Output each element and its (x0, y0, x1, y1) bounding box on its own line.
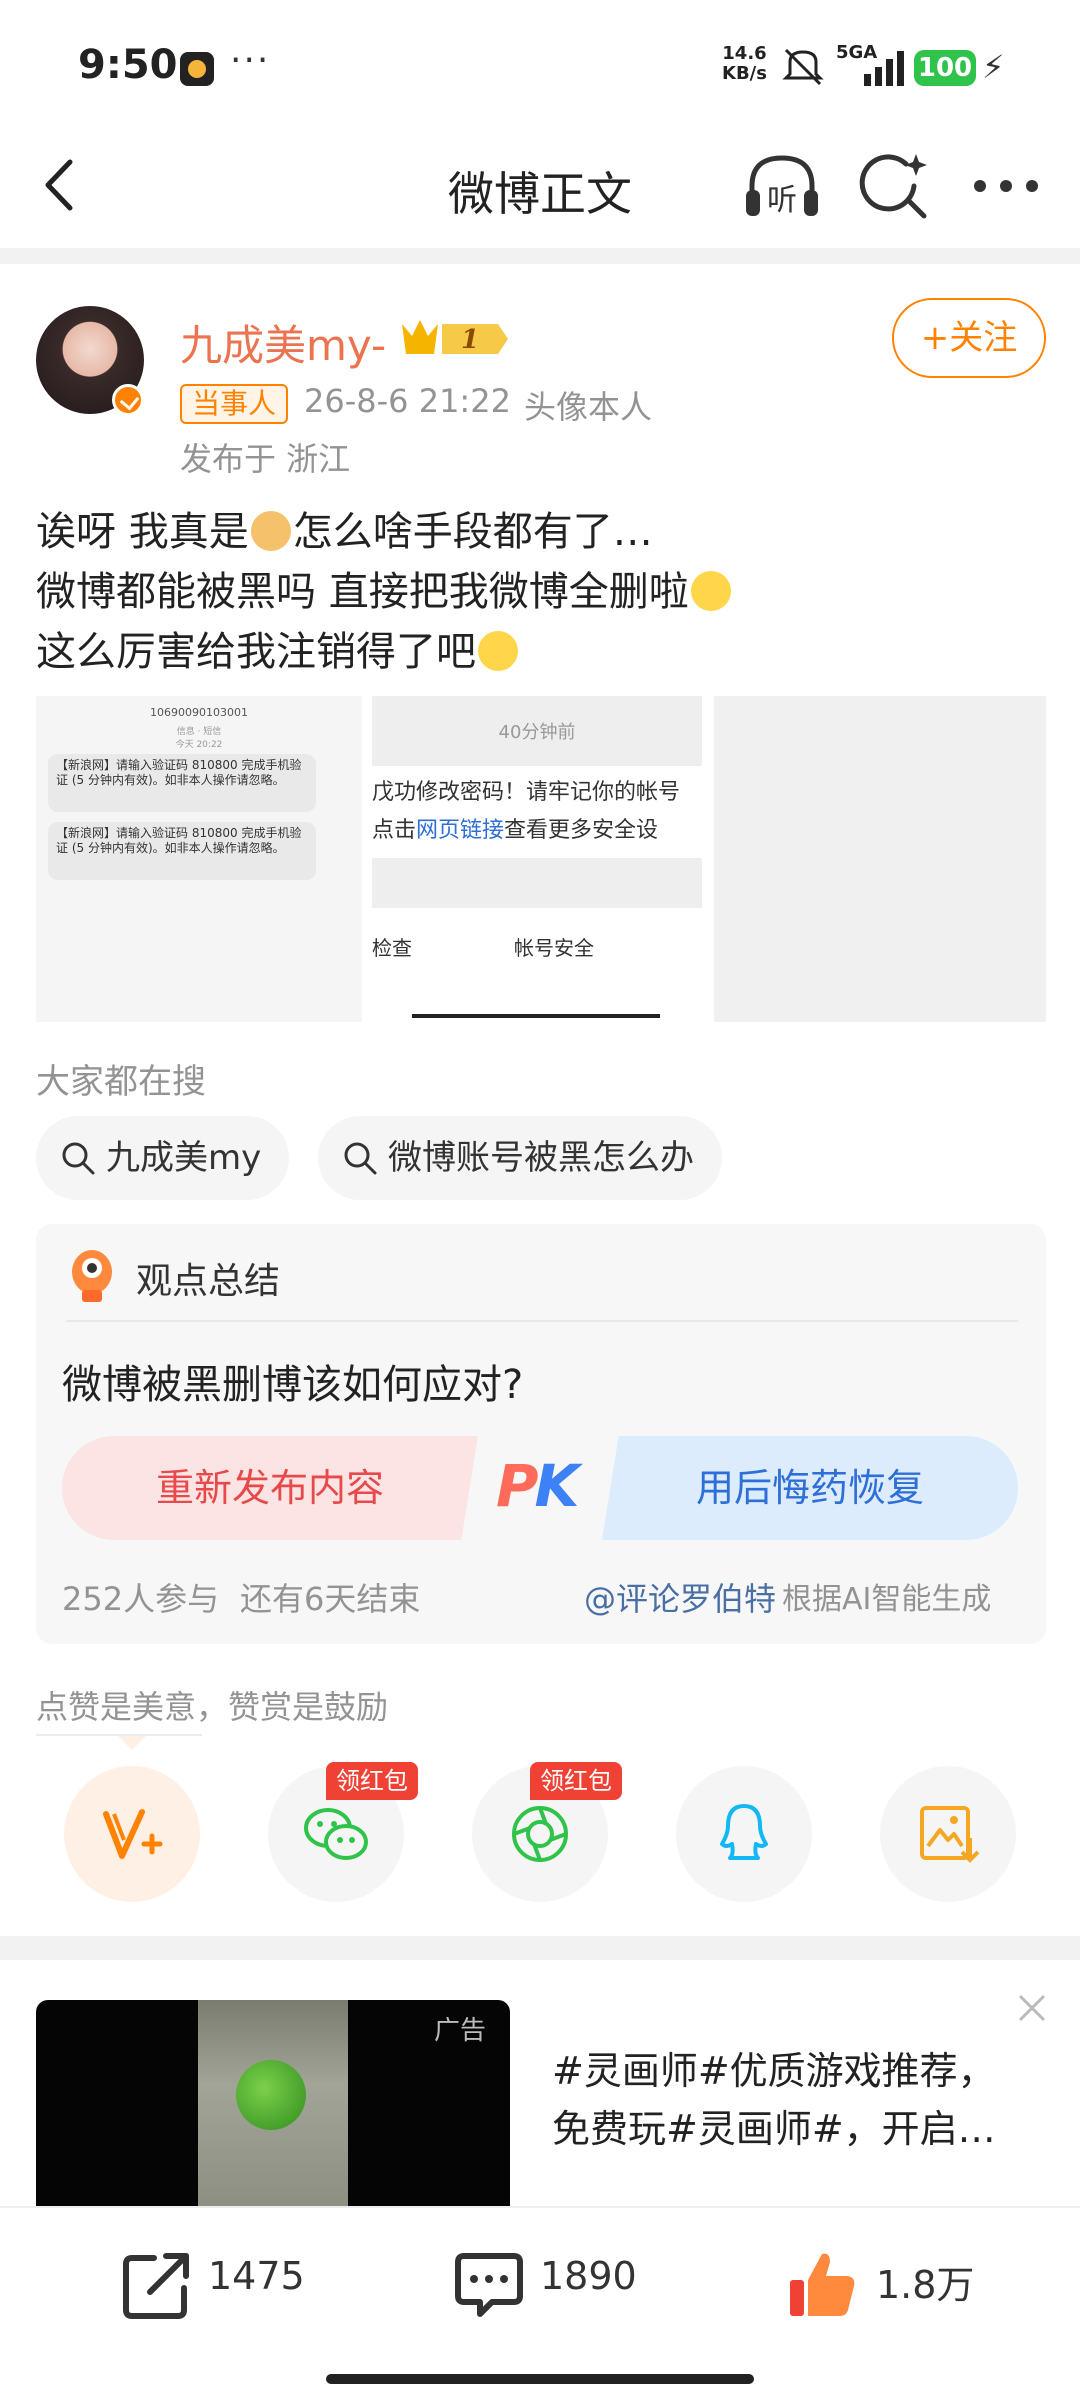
search-chip-1-label: 九成美my (106, 1138, 262, 1178)
comment-count[interactable]: 1890 (540, 2254, 637, 2298)
card-source: 根据AI智能生成 (782, 1582, 992, 1617)
search-chip-2[interactable]: 微博账号被黑怎么办 (318, 1116, 722, 1200)
network-speed-value: 14.6 (722, 43, 767, 64)
pk-option-right-button[interactable]: 用后悔药恢复 (602, 1436, 1018, 1540)
pk-p: P (496, 1452, 538, 1520)
ad-text-line-1[interactable]: #灵画师#优质游戏推荐， (552, 2040, 996, 2095)
v-plus-icon (103, 1809, 163, 1859)
red-packet-badge: 领红包 (326, 1762, 418, 1800)
repost-count[interactable]: 1475 (208, 2254, 305, 2298)
pk-icon: PK (496, 1452, 580, 1520)
network-speed-unit: KB/s (722, 63, 767, 84)
comment-icon[interactable] (452, 2248, 526, 2322)
robot-icon (72, 1250, 112, 1302)
role-badge: 当事人 (180, 384, 289, 424)
post-image-2[interactable]: 40分钟前 戊功修改密码！请牢记你的帐号 点击网页链接查看更多安全设 检查 帐号… (372, 696, 702, 1022)
content-line-1a: 诶呀 我真是 (36, 509, 249, 555)
content-line-3: 这么厉害给我注销得了吧 (36, 622, 1046, 682)
sms-meta-a: 信息 · 短信 (176, 727, 222, 737)
image-text-line-2b: 查看更多安全设 (504, 818, 659, 843)
avatar-label: 头像本人 (524, 388, 653, 426)
hot-search-label: 大家都在搜 (36, 1062, 206, 1102)
reward-tip: 点赞是美意，赞赏是鼓励 (36, 1688, 389, 1726)
sweat-emoji-icon (478, 631, 518, 671)
dog-emoji-icon (250, 511, 291, 551)
image-text-line-1: 戊功修改密码！请牢记你的帐号 (372, 780, 681, 805)
image-link-text: 网页链接 (416, 818, 505, 843)
moments-icon (512, 1806, 568, 1862)
qq-icon (720, 1804, 768, 1860)
save-image-button[interactable] (880, 1766, 1016, 1902)
image-text-line-2: 点击网页链接查看更多安全设 (372, 812, 658, 844)
like-count[interactable]: 1.8万 (876, 2254, 974, 2309)
content-line-1: 诶呀 我真是 怎么啥手段都有了… (36, 502, 1046, 562)
summary-question: 微博被黑删博该如何应对? (62, 1362, 524, 1408)
summary-card-divider (66, 1320, 1018, 1322)
wechat-icon (304, 1808, 368, 1860)
share-qq-button[interactable] (676, 1766, 812, 1902)
content-line-2: 微博都能被黑吗 直接把我微博全删啦 (36, 562, 1046, 622)
image-bottom-a: 检查 (372, 936, 412, 960)
charging-icon: ⚡ (982, 48, 1005, 86)
search-icon (344, 1142, 377, 1175)
sms-bubble-1: 【新浪网】请输入验证码 810800 完成手机验证 (5 分钟内有效)。如非本人… (48, 754, 316, 812)
post-time: 26-8-6 21:22 (304, 382, 511, 420)
signal-icon (864, 51, 904, 86)
pk-option-left-button[interactable]: 重新发布内容 (62, 1436, 478, 1540)
sms-bubble-2: 【新浪网】请输入验证码 810800 完成手机验证 (5 分钟内有效)。如非本人… (48, 822, 316, 880)
search-chip-1[interactable]: 九成美my (36, 1116, 290, 1200)
listen-label: 听 (767, 183, 797, 218)
more-icon[interactable] (966, 150, 1046, 222)
username[interactable]: 九成美my- (180, 312, 386, 373)
home-indicator[interactable] (326, 2374, 754, 2384)
image-home-indicator (412, 1014, 660, 1018)
section-divider (0, 1936, 1080, 1960)
header-divider (0, 248, 1080, 264)
search-icon (62, 1142, 95, 1175)
reward-button[interactable] (64, 1766, 200, 1902)
status-time: 9:50 (78, 42, 178, 88)
reward-tip-caret (118, 1736, 146, 1750)
listen-icon[interactable]: 听 (742, 150, 822, 222)
eye-roll-emoji-icon (690, 571, 731, 611)
vip-crown-icon[interactable]: 1 (398, 316, 510, 362)
post-image-3[interactable] (714, 696, 1046, 1022)
content-line-1b: 怎么啥手段都有了… (292, 509, 653, 555)
content-line-2-text: 微博都能被黑吗 直接把我微博全删啦 (36, 569, 689, 615)
vip-level: 1 (461, 325, 479, 355)
participant-count: 252人参与 (62, 1580, 220, 1618)
red-packet-badge: 领红包 (530, 1762, 622, 1800)
search-chip-2-label: 微博账号被黑怎么办 (388, 1138, 694, 1178)
content-line-3-text: 这么厉害给我注销得了吧 (36, 629, 476, 675)
post-location: 发布于 浙江 (180, 440, 351, 478)
post-image-1[interactable]: 1069009010300​1 信息 · 短信 今天 20:22 【新浪网】请输入… (36, 696, 362, 1022)
ad-badge: 广告 (434, 2016, 487, 2046)
ad-text-line-2[interactable]: 免费玩#灵画师#，开启… (552, 2098, 996, 2153)
mute-icon (782, 48, 824, 86)
close-icon[interactable] (1012, 1988, 1052, 2028)
time-remaining: 还有6天结束 (240, 1580, 421, 1618)
summary-card-label: 观点总结 (136, 1261, 281, 1302)
post-content: 诶呀 我真是 怎么啥手段都有了… 微博都能被黑吗 直接把我微博全删啦 这么厉害给我… (36, 502, 1046, 682)
sms-meta: 信息 · 短信 今天 20:22 (36, 724, 362, 750)
follow-button[interactable]: +关注 (892, 298, 1046, 378)
network-speed: 14.6 KB/s (722, 44, 767, 84)
image-bottom-b: 帐号安全 (514, 936, 594, 960)
battery-icon: 100 (914, 50, 976, 86)
image-time-ago: 40分钟前 (498, 722, 576, 743)
sms-sender-number: 1069009010300​1 (150, 706, 248, 719)
verified-badge-icon (112, 384, 144, 416)
search-icon[interactable] (858, 150, 930, 222)
card-author-link[interactable]: @评论罗伯特 (584, 1574, 776, 1620)
notification-app-icon (180, 52, 214, 86)
save-image-icon (920, 1806, 980, 1863)
more-notifications-icon: ··· (230, 40, 271, 81)
image-text-line-2a: 点击 (372, 818, 417, 843)
repost-icon[interactable] (120, 2248, 194, 2322)
ad-game-character (236, 2060, 306, 2130)
image-input-bar (372, 858, 702, 908)
pk-k: K (534, 1452, 580, 1520)
like-icon[interactable] (786, 2248, 860, 2322)
sms-meta-b: 今天 20:22 (175, 740, 223, 750)
